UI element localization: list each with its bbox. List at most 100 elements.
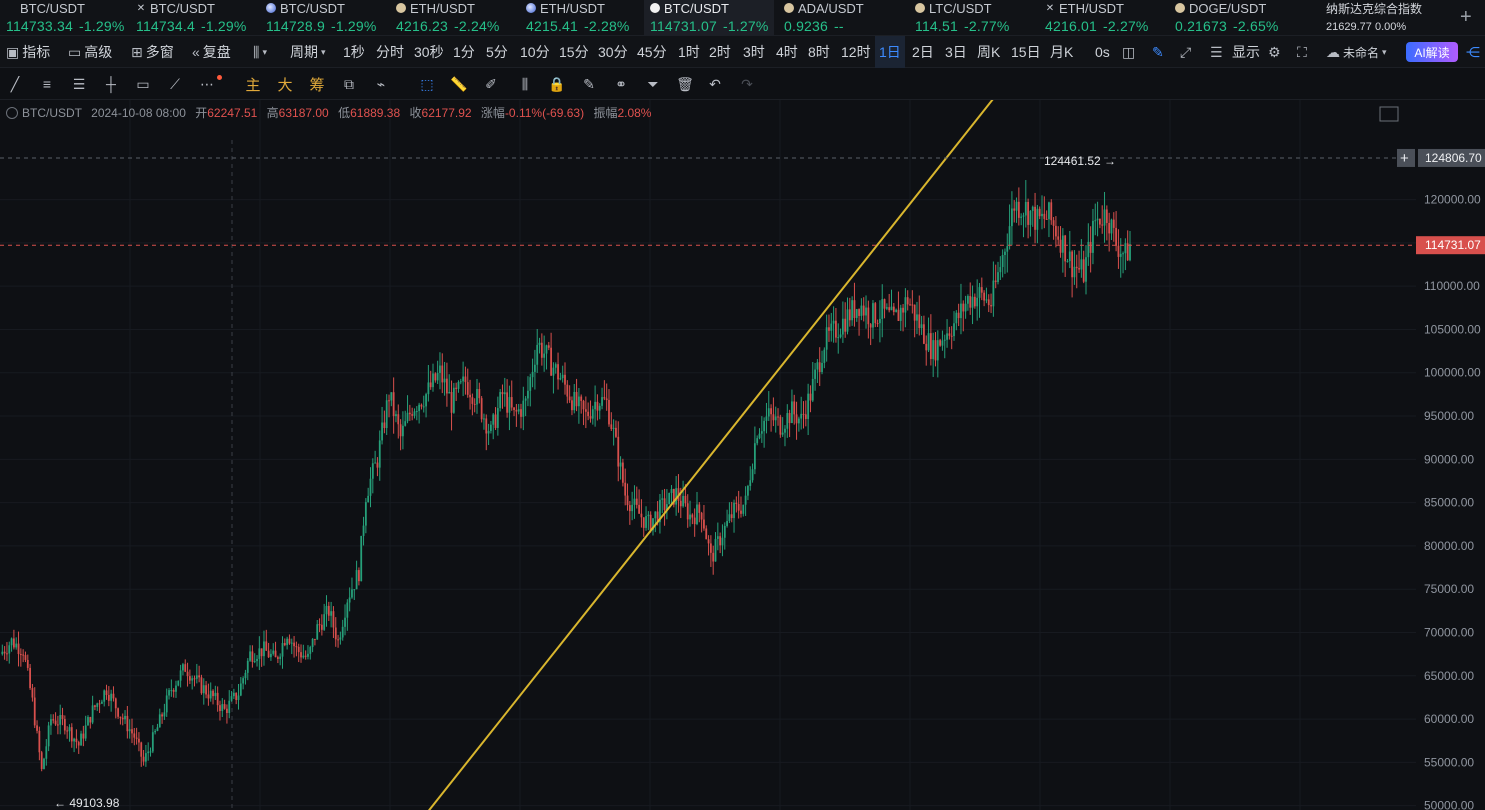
interval-30秒[interactable]: 30秒 <box>414 36 444 68</box>
interval-1分[interactable]: 1分 <box>453 36 475 68</box>
interval-3时[interactable]: 3时 <box>743 36 765 68</box>
candle-body <box>964 303 967 312</box>
candle-body <box>862 305 865 316</box>
interval-2时[interactable]: 2时 <box>709 36 731 68</box>
candle-body <box>244 672 247 679</box>
ticker-tab[interactable]: DOGE/USDT 0.21673 -2.65% <box>1169 0 1299 36</box>
plus-icon[interactable]: + <box>1400 150 1409 167</box>
interval-月K[interactable]: 月K <box>1050 36 1073 68</box>
list-icon[interactable]: ☰ <box>1210 36 1226 68</box>
large-order-toggle[interactable]: 大 <box>275 74 295 94</box>
interval-周K[interactable]: 周K <box>977 36 1000 68</box>
interval-1时[interactable]: 1时 <box>678 36 700 68</box>
advanced-button[interactable]: ▭ 高级 <box>68 36 112 68</box>
candle-body <box>1043 213 1046 219</box>
ticker-tab[interactable]: ADA/USDT 0.9236 -- <box>778 0 908 36</box>
price-tick-label: 110000.00 <box>1424 279 1480 293</box>
rectangle-tool-icon[interactable]: ▭ <box>133 74 153 94</box>
interval-分时[interactable]: 分时 <box>376 36 404 68</box>
ticker-tab[interactable]: ✕ BTC/USDT 114734.4 -1.29% <box>130 0 260 36</box>
trash-icon[interactable]: 🗑 <box>675 74 695 94</box>
interval-4时[interactable]: 4时 <box>776 36 798 68</box>
candle-body <box>737 504 740 511</box>
workspace-dropdown[interactable]: ☁ 未命名 ▾ <box>1326 36 1390 68</box>
settings-gear-icon[interactable]: ⚙ <box>1268 36 1284 68</box>
fullscreen-icon[interactable]: ⛶ <box>1297 36 1310 68</box>
main-chart-toggle[interactable]: 主 <box>243 74 263 94</box>
replay-button[interactable]: «复盘 <box>192 36 231 68</box>
candle-body <box>91 705 94 723</box>
multi-window-button[interactable]: ⊞ 多窗 <box>131 36 174 68</box>
horizontal-lines-tool-icon[interactable]: ≡ <box>37 74 57 94</box>
interval-3日[interactable]: 3日 <box>945 36 967 68</box>
redo-icon[interactable]: ↷ <box>737 74 757 94</box>
period-dropdown[interactable]: 周期 ▾ <box>290 36 329 68</box>
ticker-tab[interactable]: ✕ ETH/USDT 4216.01 -2.27% <box>1039 0 1169 36</box>
candle-body <box>138 738 140 743</box>
parallel-channel-tool-icon[interactable]: ☰ <box>69 74 89 94</box>
horizontal-ray-tool-icon[interactable]: ┼ <box>101 74 121 94</box>
legend-collapse-icon[interactable] <box>6 107 18 119</box>
lock-cursor-icon[interactable]: ⬚ <box>417 74 437 94</box>
share-window-icon[interactable]: ⤢ <box>1180 36 1194 68</box>
zoom-box-icon[interactable] <box>1379 106 1399 122</box>
price-tick-label: 85000.00 <box>1424 496 1474 510</box>
interval-45分[interactable]: 45分 <box>637 36 667 68</box>
chips-toggle[interactable]: 筹 <box>307 74 327 94</box>
display-button[interactable]: 显示 <box>1232 36 1260 68</box>
filter-icon[interactable]: ⏷ <box>643 74 663 94</box>
ticker-tab[interactable]: BTC/USDT 114731.07 -1.27% <box>644 0 774 36</box>
link-icon[interactable]: ⚭ <box>611 74 631 94</box>
undo-icon[interactable]: ↶ <box>705 74 725 94</box>
candle-body <box>858 309 860 316</box>
interval-15日[interactable]: 15日 <box>1011 36 1041 68</box>
candle-body <box>188 676 191 681</box>
ai-analysis-button[interactable]: AI解读 <box>1406 42 1458 62</box>
nasdaq-ticker[interactable]: 纳斯达克综合指数 21629.77 0.00% <box>1326 0 1456 36</box>
candle-body <box>510 397 513 408</box>
trendline[interactable] <box>405 100 995 810</box>
candle-body <box>68 727 71 732</box>
interval-30分[interactable]: 30分 <box>598 36 628 68</box>
interval-8时[interactable]: 8时 <box>808 36 830 68</box>
interval-10分[interactable]: 10分 <box>520 36 550 68</box>
candle-body <box>610 424 613 429</box>
candlestick-chart[interactable]: 50000.00 55000.00 60000.00 65000.00 70000.00… <box>0 100 1485 810</box>
candle-body <box>1117 245 1120 257</box>
chart-type-button[interactable]: ⫼ ▾ <box>253 36 270 68</box>
interval-15分[interactable]: 15分 <box>559 36 589 68</box>
ticker-tab[interactable]: BTC/USDT 114733.34 -1.29% <box>0 0 130 36</box>
candle-body <box>503 392 506 395</box>
camera-icon[interactable]: ◫ <box>1122 36 1138 68</box>
ruler-icon[interactable]: 📏 <box>449 74 469 94</box>
lock-icon[interactable]: 🔒 <box>547 74 567 94</box>
ticker-tab[interactable]: ETH/USDT 4215.41 -2.28% <box>520 0 650 36</box>
trendline-tool-icon[interactable]: ╱ <box>5 74 25 94</box>
add-tab-icon[interactable]: + <box>1460 6 1472 29</box>
interval-1日[interactable]: 1日 <box>875 36 905 68</box>
candles-compare-icon[interactable]: ⫼ <box>515 74 535 94</box>
indicators-button[interactable]: ▣ 指标 <box>6 36 50 68</box>
interval-12时[interactable]: 12时 <box>841 36 871 68</box>
magnet-icon[interactable]: ⌁ <box>371 74 391 94</box>
interval-2日[interactable]: 2日 <box>912 36 934 68</box>
share-icon[interactable]: ⋲ <box>1466 36 1483 68</box>
interval-1秒[interactable]: 1秒 <box>343 36 365 68</box>
note-icon[interactable]: ✎ <box>579 74 599 94</box>
ticker-tab[interactable]: LTC/USDT 114.51 -2.77% <box>909 0 1039 36</box>
candle-body <box>434 373 437 381</box>
pen-icon[interactable]: ✎ <box>1152 36 1167 68</box>
coin-icon <box>784 3 794 13</box>
candle-body <box>276 657 279 659</box>
candle-body <box>550 347 553 376</box>
ticker-tab[interactable]: ETH/USDT 4216.23 -2.24% <box>390 0 520 36</box>
interval-5分[interactable]: 5分 <box>486 36 508 68</box>
compare-icon[interactable]: ⧉ <box>339 74 359 94</box>
more-tools-icon[interactable]: ⋯ <box>197 74 217 94</box>
candle-body <box>1126 243 1129 261</box>
highlight-pen-icon[interactable]: ✐ <box>481 74 501 94</box>
ticker-tab[interactable]: BTC/USDT 114728.9 -1.29% <box>260 0 390 36</box>
candle-body <box>395 414 397 417</box>
brush-tool-icon[interactable]: ⟋ <box>165 74 185 94</box>
candle-body <box>943 339 946 341</box>
